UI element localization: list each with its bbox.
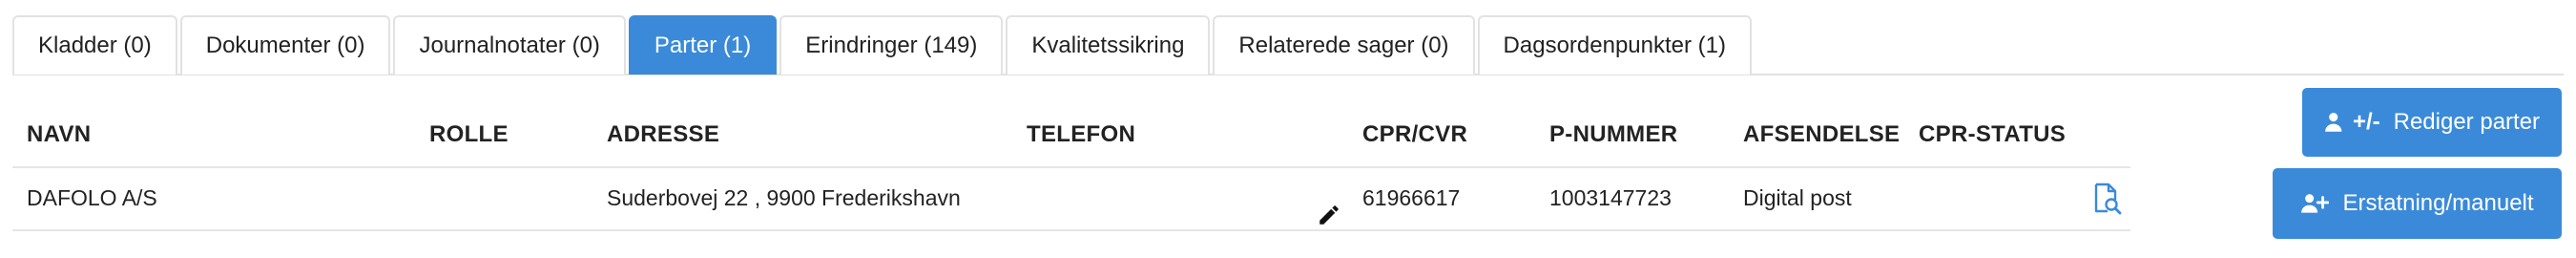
cell-adresse: Suderbovej 22 , 9900 Frederikshavn [607,184,961,210]
plus-minus-symbol: +/- [2352,109,2380,135]
cell-cpr-cvr: 61966617 [1362,184,1461,210]
pencil-icon[interactable] [1317,203,1341,227]
column-header-navn[interactable]: NAVN [27,105,91,164]
tab-relaterede-sager[interactable]: Relaterede sager (0) [1213,15,1475,75]
table-row[interactable]: DAFOLO A/S Suderbovej 22 , 9900 Frederik… [12,168,2130,231]
column-header-afsendelse[interactable]: AFSENDELSE [1743,105,1900,164]
document-search-icon[interactable] [2090,182,2125,216]
cell-navn: DAFOLO A/S [27,184,157,210]
replace-manual-label: Erstatning/manuelt [2342,190,2534,216]
edit-parties-button[interactable]: +/- Rediger parter [2302,88,2562,157]
tab-parter[interactable]: Parter (1) [628,15,778,75]
replace-manual-button[interactable]: Erstatning/manuelt [2273,168,2562,239]
column-header-telefon[interactable]: TELEFON [1027,105,1135,164]
tab-erindringer[interactable]: Erindringer (149) [779,15,1004,75]
table-header-row: NAVN ROLLE ADRESSE TELEFON CPR/CVR P-NUM… [12,105,2130,168]
parties-table: NAVN ROLLE ADRESSE TELEFON CPR/CVR P-NUM… [12,105,2130,231]
tab-journalnotater[interactable]: Journalnotater (0) [393,15,626,75]
column-header-adresse[interactable]: ADRESSE [607,105,719,164]
user-plus-icon [2300,191,2330,216]
column-header-cpr-status[interactable]: CPR-STATUS [1919,105,2066,164]
tab-dagsordenpunkter[interactable]: Dagsordenpunkter (1) [1477,15,1753,75]
cell-p-nummer: 1003147723 [1549,184,1672,210]
edit-parties-label: Rediger parter [2393,109,2541,135]
tab-dokumenter[interactable]: Dokumenter (0) [179,15,391,75]
column-header-rolle[interactable]: ROLLE [429,105,509,164]
tab-bar: Kladder (0) Dokumenter (0) Journalnotate… [12,15,1755,75]
tab-kvalitetssikring[interactable]: Kvalitetssikring [1006,15,1211,75]
column-header-p-nummer[interactable]: P-NUMMER [1549,105,1677,164]
cell-afsendelse: Digital post [1743,184,1852,210]
user-plus-minus-icon: +/- [2324,109,2380,136]
column-header-cpr-cvr[interactable]: CPR/CVR [1362,105,1467,164]
tab-kladder[interactable]: Kladder (0) [12,15,177,75]
